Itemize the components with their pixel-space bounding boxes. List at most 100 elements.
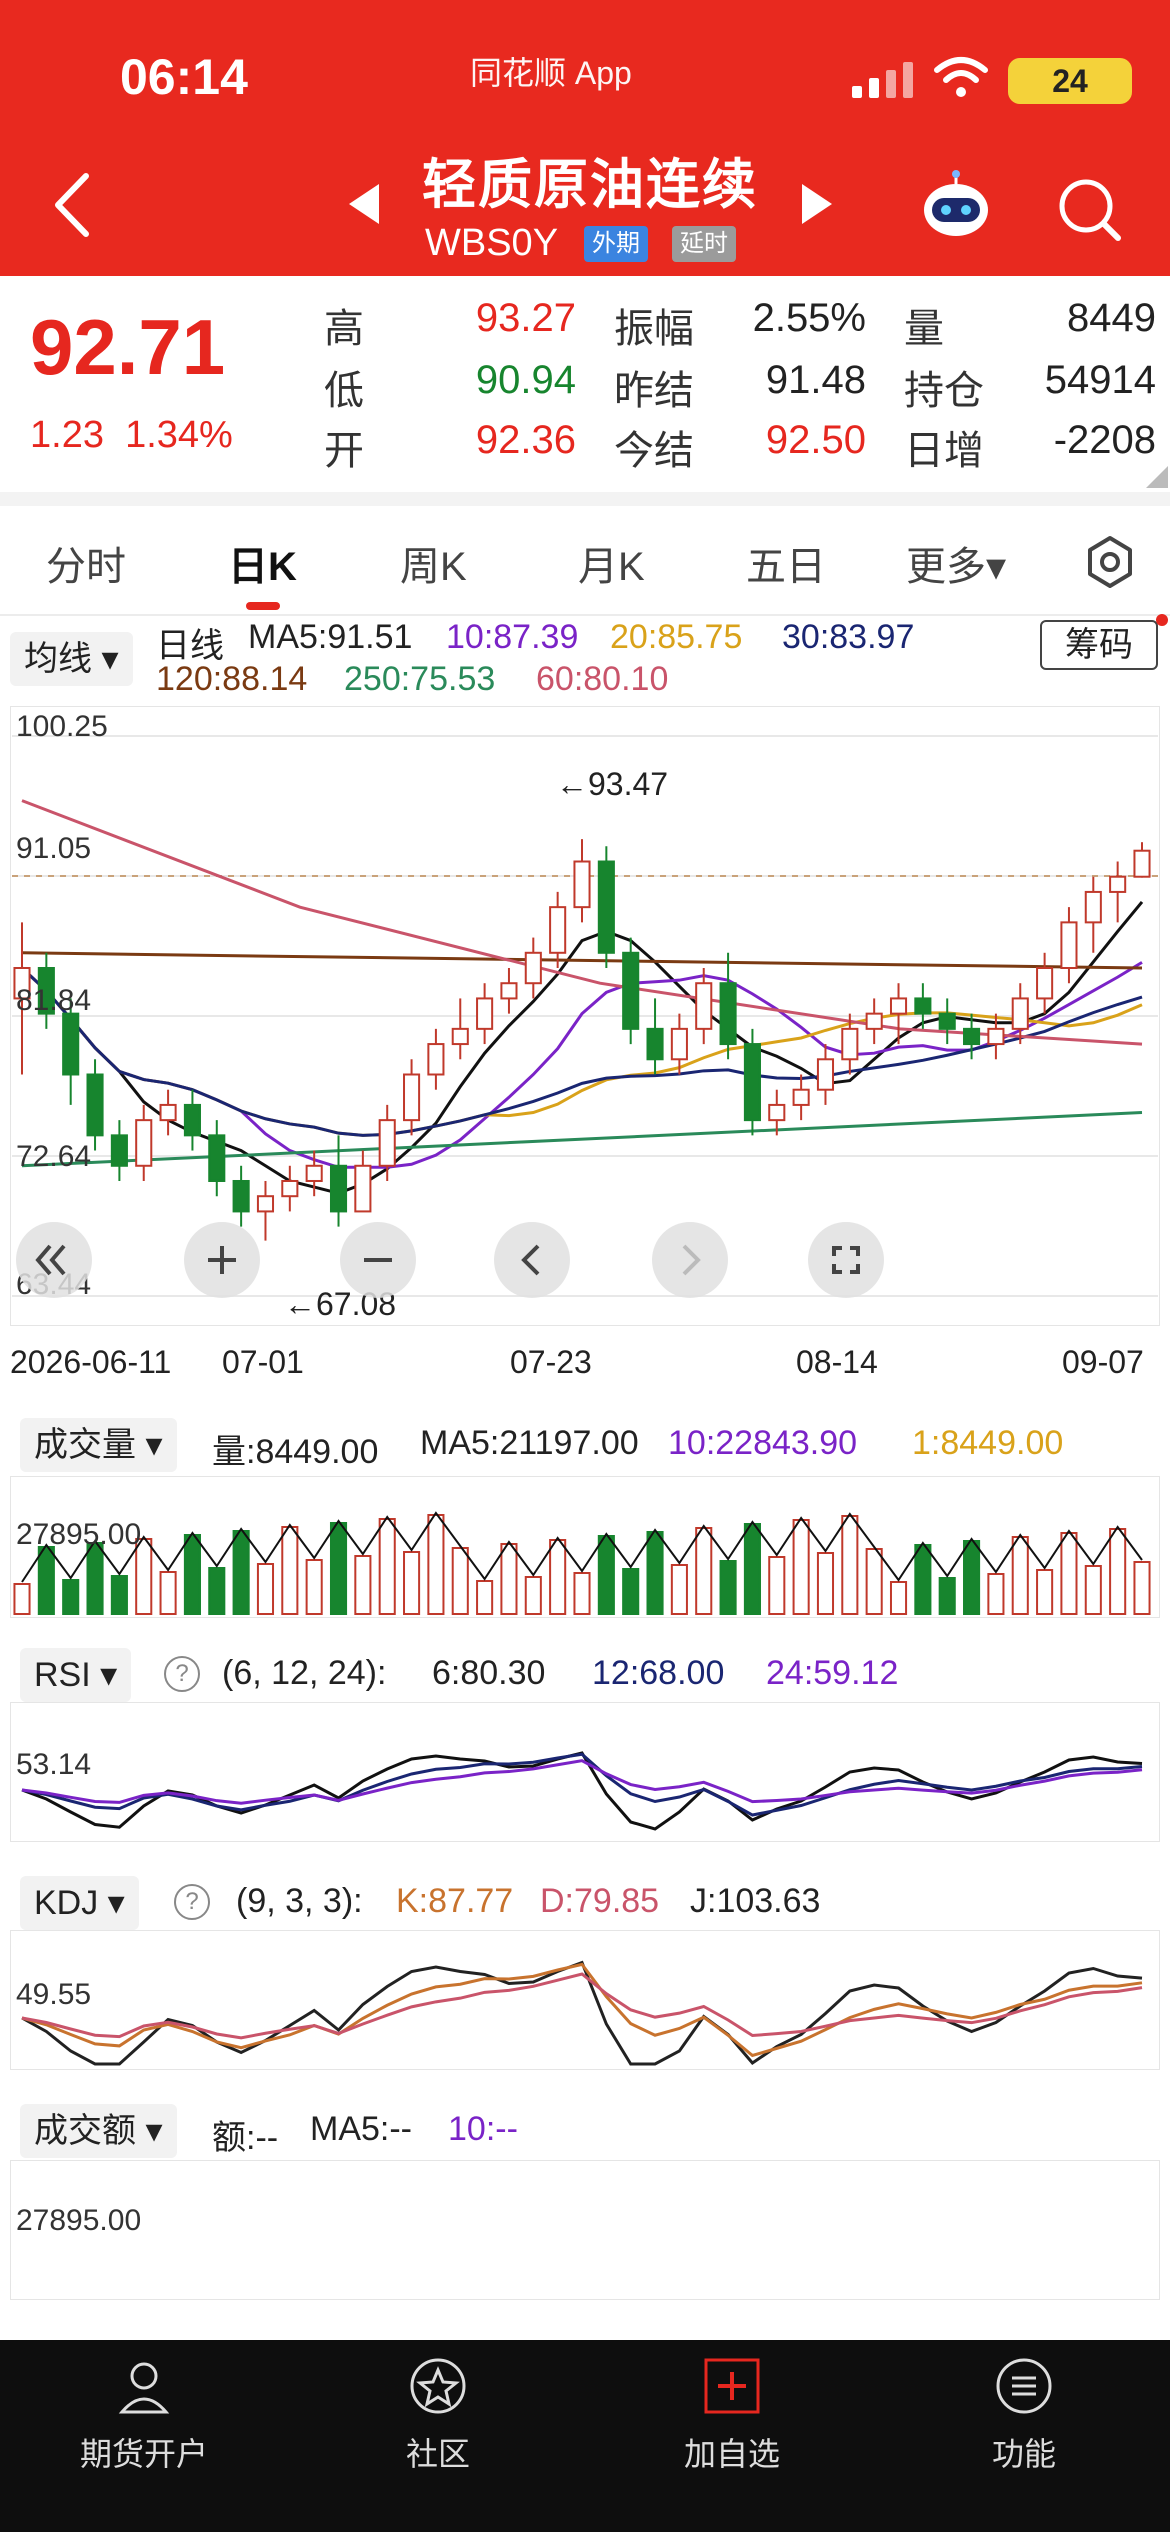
header-bar: 06:14 同花顺 App 24 轻质原油连续 WBS0Y 外期 延时 — [0, 0, 1170, 276]
nav-label: 社区 — [405, 2436, 470, 2472]
volume-bar — [1060, 1532, 1078, 1615]
volume-bar — [1084, 1565, 1102, 1615]
candle-body — [135, 1119, 153, 1167]
prev-contract-icon[interactable] — [345, 182, 381, 226]
candle-body — [1036, 967, 1054, 1000]
x-label-2: 07-01 — [222, 1344, 304, 1380]
candle-body — [329, 1164, 348, 1213]
candle-body — [427, 1043, 445, 1076]
volume-bar — [451, 1547, 469, 1615]
settings-icon[interactable] — [1082, 534, 1138, 590]
nav-futures-account[interactable]: 期货开户 — [44, 2356, 244, 2475]
candle-body — [695, 982, 713, 1030]
prev-settle-value: 91.48 — [765, 358, 866, 402]
volume-chart — [13, 1511, 1151, 1615]
chip-distribution-button[interactable]: 筹码 — [1040, 620, 1158, 670]
candle-body — [549, 906, 567, 954]
candle-body — [524, 951, 542, 985]
zoom-out-all-button[interactable] — [16, 1222, 92, 1298]
search-icon[interactable] — [1056, 176, 1122, 242]
amount-indicator-button[interactable]: 成交额 ▾ — [20, 2104, 177, 2158]
rsi-y-label: 53.14 — [16, 1748, 92, 1781]
volume-bar — [622, 1568, 640, 1615]
amount-y-label: 27895.00 — [16, 2204, 142, 2237]
candle-body — [305, 1164, 323, 1182]
volume-bar — [305, 1559, 323, 1615]
candle-body — [476, 997, 494, 1030]
legend-ma250: 250:75.53 — [344, 660, 496, 698]
volume-bar — [232, 1530, 250, 1615]
double-left-icon — [35, 1244, 66, 1276]
nav-community[interactable]: 社区 — [338, 2356, 538, 2475]
volume-bar — [1109, 1528, 1127, 1615]
volume-bar — [938, 1577, 956, 1615]
robot-assistant-icon[interactable] — [920, 170, 992, 242]
community-star-icon — [410, 2358, 466, 2414]
tab-five-day[interactable]: 五日 — [746, 534, 826, 592]
kdj-help-icon[interactable]: ? — [174, 1884, 210, 1920]
candle-body — [451, 1027, 469, 1046]
volume-bar — [354, 1555, 372, 1615]
volume-bar — [963, 1540, 981, 1615]
x-label-5: 09-07 — [1062, 1344, 1144, 1380]
candle-body — [86, 1073, 104, 1137]
tab-more[interactable]: 更多▾ — [906, 534, 1006, 592]
rsi24-line — [21, 1759, 1143, 1805]
scroll-right-button[interactable] — [652, 1222, 728, 1298]
volume-bar — [183, 1534, 201, 1615]
fullscreen-button[interactable] — [808, 1222, 884, 1298]
candle-body — [670, 1027, 688, 1061]
battery-icon: 24 — [1008, 58, 1132, 104]
candle-body — [1011, 997, 1029, 1030]
kdj-indicator-button[interactable]: KDJ ▾ — [20, 1876, 139, 1930]
candle-body — [62, 1012, 80, 1076]
candle-body — [646, 1027, 664, 1061]
candle-body — [1084, 890, 1102, 924]
volume-bar — [646, 1531, 664, 1615]
volume-bar — [695, 1527, 713, 1615]
candle-body — [500, 982, 518, 1000]
nav-functions[interactable]: 功能 — [924, 2356, 1124, 2475]
tab-monthly-k[interactable]: 月K — [578, 534, 645, 592]
back-icon[interactable] — [48, 170, 98, 240]
legend-ma20: 20:85.75 — [610, 618, 743, 656]
tab-weekly-k[interactable]: 周K — [400, 534, 467, 592]
volume-label: 量 — [904, 307, 944, 351]
tab-intraday[interactable]: 分时 — [46, 534, 126, 592]
ma-selector-button[interactable]: 均线 ▾ — [10, 632, 133, 686]
high-annotation: ←93.47 — [556, 766, 669, 802]
high-label: 高 — [324, 307, 364, 351]
scroll-left-button[interactable] — [494, 1222, 570, 1298]
rsi-help-icon[interactable]: ? — [164, 1656, 200, 1692]
next-contract-icon[interactable] — [800, 182, 836, 226]
chevron-left-icon — [521, 1244, 540, 1276]
daily-change-value: -2208 — [1053, 418, 1156, 462]
zoom-in-button[interactable] — [184, 1222, 260, 1298]
tab-daily-k[interactable]: 日K — [228, 534, 297, 592]
nav-add-watchlist[interactable]: 加自选 — [632, 2356, 832, 2475]
expand-corner-icon[interactable] — [1146, 466, 1168, 488]
nav-label: 期货开户 — [79, 2436, 208, 2472]
ma60-line — [21, 799, 1143, 1046]
x-label-1: 2026-06-11 — [10, 1344, 172, 1380]
y-label-2: 91.05 — [16, 832, 92, 865]
volume-bar — [62, 1579, 80, 1615]
foreign-tag: 外期 — [584, 226, 648, 262]
candle-body — [597, 860, 615, 954]
amount-legend-amt: 额:-- — [212, 2119, 279, 2157]
y-label-4: 72.64 — [16, 1140, 92, 1173]
amount-legend-ma5: MA5:-- — [310, 2110, 412, 2148]
candle-body — [914, 997, 932, 1015]
volume-bar — [500, 1543, 518, 1615]
candle-body — [622, 951, 640, 1030]
kdj-d-line — [21, 1972, 1143, 2040]
rsi-indicator-button[interactable]: RSI ▾ — [20, 1648, 132, 1702]
volume-bar — [281, 1526, 299, 1615]
volume-bar — [597, 1535, 615, 1615]
x-label-3: 07-23 — [510, 1344, 592, 1380]
zoom-out-button[interactable] — [340, 1222, 416, 1298]
y-label-3: 81.84 — [16, 984, 92, 1017]
volume-bar — [792, 1519, 810, 1615]
volume-indicator-button[interactable]: 成交量 ▾ — [20, 1418, 177, 1472]
volume-bar — [403, 1551, 421, 1615]
